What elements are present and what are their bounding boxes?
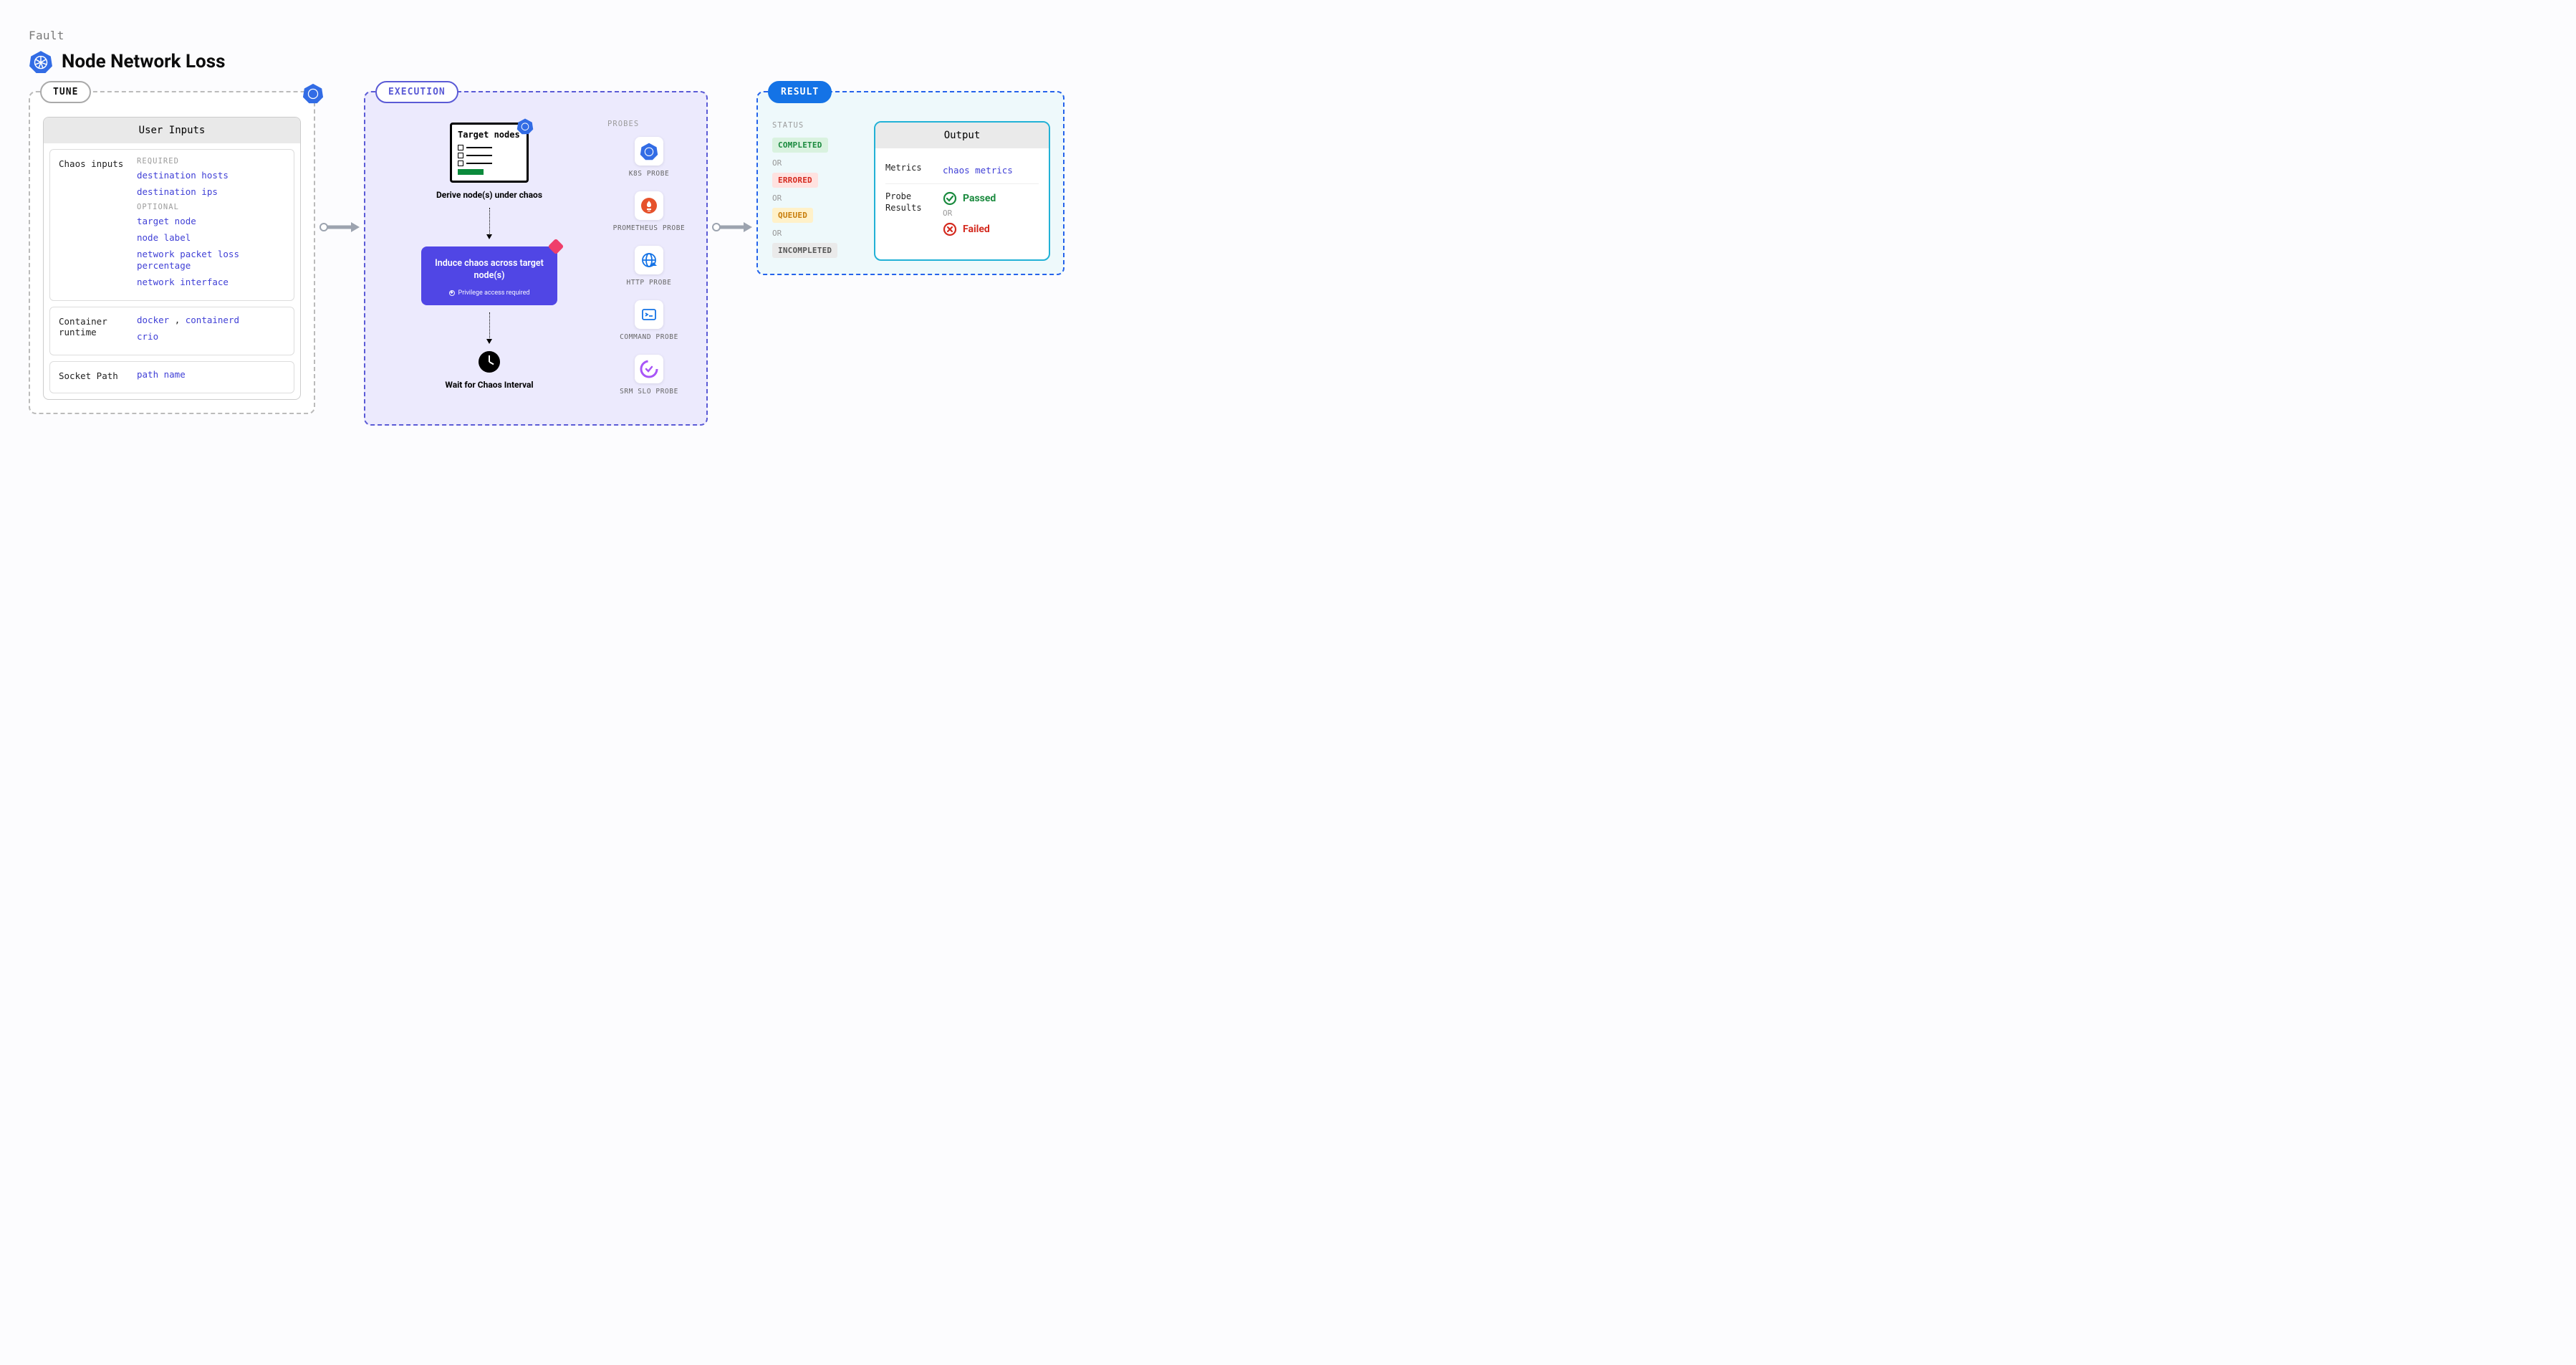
- kubernetes-icon: [635, 137, 663, 166]
- probe-command: COMMAND PROBE: [607, 300, 691, 342]
- probe-result-failed: Failed: [943, 222, 1039, 236]
- probe-prometheus: PROMETHEUS PROBE: [607, 191, 691, 233]
- page-title: Node Network Loss: [62, 51, 225, 72]
- arrow-right-icon: [708, 220, 756, 234]
- target-nodes-card: Target nodes: [450, 123, 529, 183]
- prometheus-icon: [635, 191, 663, 220]
- arrow-right-icon: [315, 220, 364, 234]
- metrics-value: chaos metrics: [943, 165, 1013, 176]
- kubernetes-icon: [516, 118, 534, 135]
- clock-icon: [479, 351, 500, 373]
- output-card: Output Metrics chaos metrics Probe Resul…: [874, 121, 1050, 261]
- tune-panel: TUNE User Inputs Chaos inputs REQUIRED d…: [29, 91, 315, 414]
- probes-column: PROBES K8S PROBE PROMETHEUS PROBE HTTP P…: [600, 117, 693, 411]
- result-pill: RESULT: [768, 81, 832, 103]
- category-label: Fault: [29, 29, 2547, 42]
- status-queued-badge: QUEUED: [772, 208, 813, 223]
- tag-icon: [548, 238, 564, 254]
- arrow-down-icon: [489, 208, 490, 239]
- globe-icon: [635, 246, 663, 274]
- tune-pill: TUNE: [40, 81, 91, 103]
- probe-k8s: K8S PROBE: [607, 137, 691, 178]
- status-errored-badge: ERRORED: [772, 173, 818, 188]
- arrow-down-icon: [489, 312, 490, 344]
- probe-srm: SRM SLO PROBE: [607, 355, 691, 396]
- user-inputs-card: User Inputs Chaos inputs REQUIRED destin…: [43, 117, 301, 400]
- induce-chaos-card: Induce chaos across target node(s) ✱Priv…: [421, 246, 557, 305]
- card-title: User Inputs: [44, 118, 300, 143]
- execution-pill: EXECUTION: [375, 81, 458, 103]
- probe-result-passed: Passed: [943, 191, 1039, 206]
- srm-icon: [635, 355, 663, 383]
- execution-panel: EXECUTION Target nodes Derive node(s): [364, 91, 708, 426]
- x-circle-icon: [943, 222, 957, 236]
- check-circle-icon: [943, 191, 957, 206]
- status-incompleted-badge: INCOMPLETED: [772, 243, 837, 258]
- socket-path-section: Socket Path path name: [49, 361, 294, 393]
- probe-http: HTTP PROBE: [607, 246, 691, 287]
- step-derive-label: Derive node(s) under chaos: [436, 190, 542, 201]
- result-panel: RESULT STATUS COMPLETED OR ERRORED OR QU…: [756, 91, 1064, 275]
- kubernetes-icon: [29, 49, 53, 74]
- status-completed-badge: COMPLETED: [772, 138, 828, 153]
- kubernetes-icon: [302, 82, 324, 104]
- diagram: TUNE User Inputs Chaos inputs REQUIRED d…: [29, 91, 2547, 426]
- step-wait-label: Wait for Chaos Interval: [445, 380, 533, 391]
- header: Fault Node Network Loss: [29, 29, 2547, 74]
- container-runtime-section: Container runtime docker , containerd cr…: [49, 307, 294, 355]
- terminal-icon: [635, 300, 663, 329]
- status-column: STATUS COMPLETED OR ERRORED OR QUEUED OR…: [772, 121, 858, 261]
- info-icon: ✱: [449, 290, 455, 296]
- chaos-inputs-section: Chaos inputs REQUIRED destination hosts …: [49, 149, 294, 301]
